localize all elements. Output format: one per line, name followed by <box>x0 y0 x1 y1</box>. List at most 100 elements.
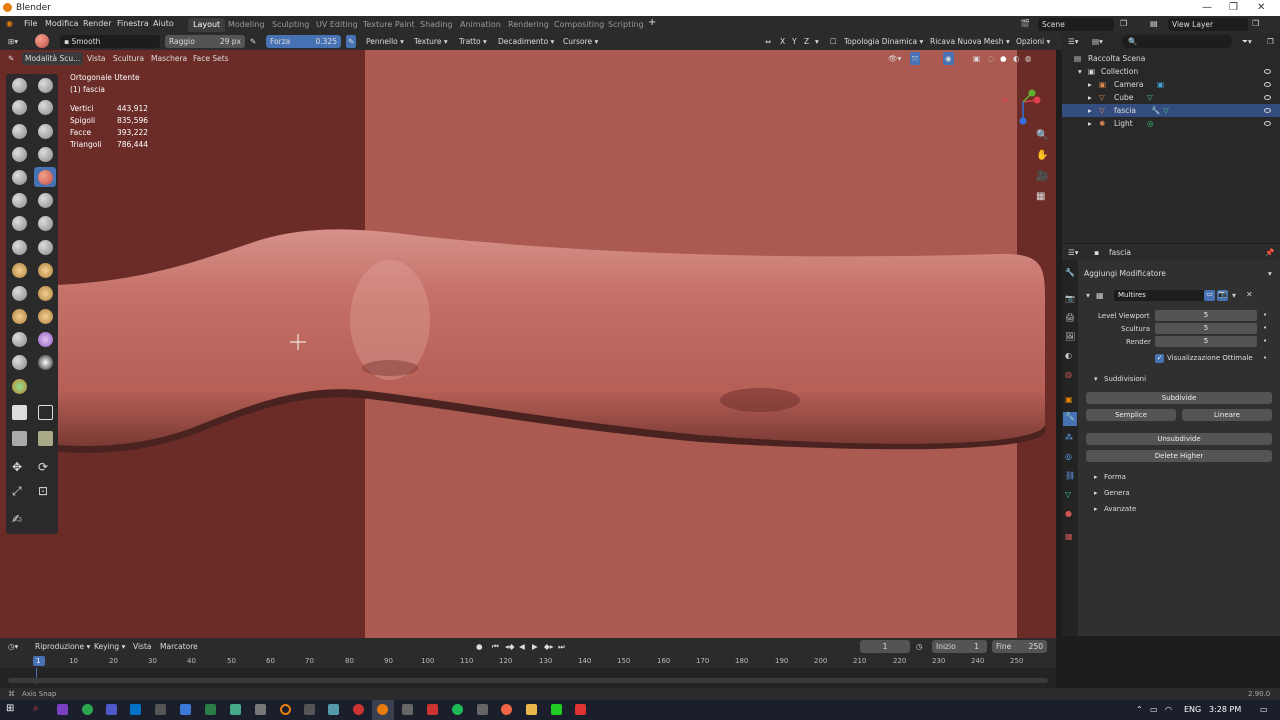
show-render-icon[interactable]: 📷 <box>1217 290 1228 301</box>
zoom-icon[interactable]: 🔍 <box>1036 130 1048 141</box>
app-icon[interactable] <box>501 704 512 715</box>
stroke-menu[interactable]: Tratto ▾ <box>459 35 487 48</box>
timeline-scrollbar[interactable] <box>8 678 1048 683</box>
axis-z-toggle[interactable]: Z <box>804 35 809 48</box>
optimal-display-checkbox[interactable]: ✓ <box>1155 354 1164 363</box>
play-reverse-icon[interactable]: ◀ <box>519 640 525 653</box>
minimize-icon[interactable]: — <box>1202 2 1212 13</box>
close-icon[interactable]: ✕ <box>1257 2 1265 13</box>
outliner-item-fascia[interactable]: ▸ ▽ fascia 🔧 ▽ <box>1062 104 1280 117</box>
tool-inflate-icon[interactable] <box>12 147 27 162</box>
jump-start-icon[interactable]: ⏮ <box>492 640 499 653</box>
brush-menu[interactable]: Pennello ▾ <box>366 35 404 48</box>
eye-icon[interactable] <box>1264 108 1271 113</box>
keyframe-dot-icon[interactable]: • <box>1263 354 1267 362</box>
tab-output-icon[interactable]: 🖨 <box>1065 313 1075 322</box>
section-generate[interactable]: Genera <box>1104 489 1130 497</box>
tab-data-icon[interactable]: ▽ <box>1065 490 1071 499</box>
tool-pinch-icon[interactable] <box>12 240 27 255</box>
keyframe-dot-icon[interactable]: • <box>1263 324 1267 332</box>
tool-rotate-icon[interactable] <box>38 309 53 324</box>
modifier-expand-icon[interactable]: ▾ <box>1086 291 1090 300</box>
outliner-display-icon[interactable]: ▤▾ <box>1092 35 1103 48</box>
editor-type-icon[interactable]: ⊞▾ <box>8 35 18 48</box>
app-icon[interactable] <box>328 704 339 715</box>
tool-draw-sharp-icon[interactable] <box>38 78 53 93</box>
view-layer-new-icon[interactable]: ❐ <box>1252 19 1259 28</box>
maximize-icon[interactable]: ❐ <box>1229 2 1238 13</box>
keyframe-dot-icon[interactable]: • <box>1263 337 1267 345</box>
current-frame-field[interactable]: 1 <box>860 640 910 653</box>
timeline-view-menu[interactable]: Vista <box>133 640 152 653</box>
app-icon[interactable] <box>353 704 364 715</box>
app-icon[interactable] <box>205 704 216 715</box>
tool-annotate-icon[interactable]: ✍ <box>12 512 22 526</box>
tool-scrape-icon[interactable] <box>12 216 27 231</box>
tab-scripting[interactable]: Scripting <box>603 18 649 32</box>
add-modifier-button[interactable]: Aggiungi Modificatore <box>1084 269 1166 278</box>
tool-crease-icon[interactable] <box>12 170 27 185</box>
tool-draw-icon[interactable] <box>12 78 27 93</box>
app-icon[interactable] <box>255 704 266 715</box>
section-shape[interactable]: Forma <box>1104 473 1126 481</box>
tool-nudge-icon[interactable] <box>12 309 27 324</box>
settings-app-icon[interactable] <box>155 704 166 715</box>
radius-pressure-icon[interactable]: ✎ <box>250 35 256 48</box>
brush-name-field[interactable]: ▪ Smooth <box>60 35 160 48</box>
tool-mask-icon[interactable] <box>12 379 27 394</box>
tab-constraints-icon[interactable]: ⛓ <box>1065 471 1075 480</box>
level-viewport-field[interactable]: 5 <box>1155 310 1257 321</box>
xray-icon[interactable]: ▣ <box>973 52 980 65</box>
subdivide-button[interactable]: Subdivide <box>1086 392 1272 404</box>
end-frame-field[interactable]: Fine 250 <box>992 640 1047 653</box>
playback-menu[interactable]: Riproduzione ▾ <box>35 640 90 653</box>
symmetry-icon[interactable]: ⇔ <box>765 35 771 48</box>
tab-uv-editing[interactable]: UV Editing <box>311 18 363 32</box>
prev-key-icon[interactable]: ◂◆ <box>505 640 515 653</box>
tool-box-mask-icon[interactable] <box>12 405 27 420</box>
menu-face-sets[interactable]: Face Sets <box>193 52 229 65</box>
tool-boundary-icon[interactable] <box>38 332 53 347</box>
tray-chevron-icon[interactable]: ⌃ <box>1136 705 1143 714</box>
show-viewport-icon[interactable]: ▭ <box>1204 290 1215 301</box>
app-icon[interactable] <box>304 704 315 715</box>
strength-pressure-icon[interactable]: ✎ <box>346 35 357 48</box>
tool-multiplane-scrape-icon[interactable] <box>38 216 53 231</box>
keying-menu[interactable]: Keying ▾ <box>94 640 125 653</box>
tool-slide-relax-icon[interactable] <box>12 332 27 347</box>
play-icon[interactable]: ▶ <box>532 640 538 653</box>
app-icon[interactable] <box>575 704 586 715</box>
outliner-item-camera[interactable]: ▸ ▣ Camera ▣ <box>1062 78 1280 91</box>
app-icon[interactable] <box>427 704 438 715</box>
network-icon[interactable]: ▭ <box>1150 705 1158 714</box>
view-layer-selector[interactable]: View Layer <box>1168 18 1248 31</box>
axis-x-toggle[interactable]: X <box>780 35 785 48</box>
menu-window[interactable]: Finestra <box>117 19 149 28</box>
dyntopo-checkbox[interactable]: ☐ <box>830 35 837 48</box>
add-modifier-chevron-icon[interactable]: ▾ <box>1268 269 1272 278</box>
tab-material-icon[interactable]: ● <box>1065 509 1072 518</box>
sculpt-mesh[interactable] <box>0 50 1056 638</box>
tab-object-icon[interactable]: ▣ <box>1065 395 1073 404</box>
photos-icon[interactable] <box>180 704 191 715</box>
tab-tool-icon[interactable]: 🔧 <box>1065 268 1075 277</box>
menu-file[interactable]: File <box>24 19 37 28</box>
app-icon[interactable] <box>477 704 488 715</box>
eye-icon[interactable] <box>1264 95 1271 100</box>
tab-compositing[interactable]: Compositing <box>549 18 609 32</box>
start-frame-field[interactable]: Inizio 1 <box>932 640 987 653</box>
tool-thumb-icon[interactable] <box>12 286 27 301</box>
shading-wire-icon[interactable]: ◌ <box>988 52 995 65</box>
menu-help[interactable]: Aiuto <box>153 19 174 28</box>
jump-end-icon[interactable]: ⏭ <box>558 640 565 653</box>
simple-subdivide-button[interactable]: Semplice <box>1086 409 1176 421</box>
tool-cloth-icon[interactable] <box>12 355 27 370</box>
mode-selector[interactable]: Modalità Scu... <box>22 52 84 65</box>
timeline-editor-icon[interactable]: ◷▾ <box>8 640 18 653</box>
ortho-toggle-icon[interactable]: ▦ <box>1036 191 1045 202</box>
menu-view[interactable]: Vista <box>87 52 106 65</box>
blender-taskbar-icon[interactable] <box>377 704 388 715</box>
spotify-icon[interactable] <box>452 704 463 715</box>
tab-layout[interactable]: Layout <box>188 18 226 32</box>
tool-mesh-filter-icon[interactable] <box>38 431 53 446</box>
